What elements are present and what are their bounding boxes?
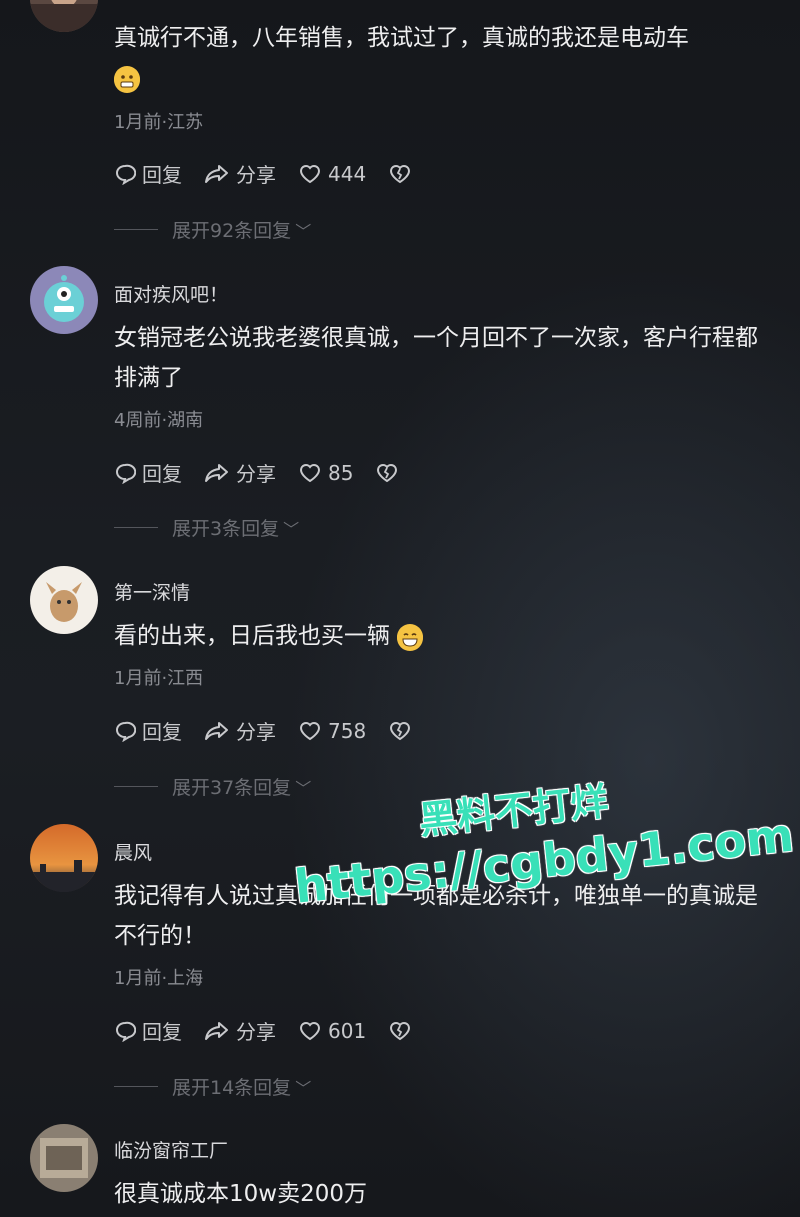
comment-meta: 1月前·江西	[114, 668, 204, 689]
chevron-down-icon: ﹀	[295, 778, 312, 798]
expand-replies-button[interactable]: 展开37条回复 ﹀	[114, 773, 311, 800]
divider-line	[114, 527, 158, 528]
reply-bubble-icon	[116, 1021, 136, 1042]
reply-bubble-icon	[116, 463, 136, 484]
broken-heart-icon	[390, 721, 411, 740]
expand-label: 展开92条回复	[172, 220, 292, 242]
avatar[interactable]	[30, 1124, 98, 1192]
dislike-button[interactable]	[388, 1020, 418, 1042]
reply-bubble-icon	[116, 164, 136, 185]
share-label: 分享	[236, 462, 276, 486]
reply-button[interactable]: 回复	[114, 159, 182, 188]
reply-label: 回复	[142, 1020, 182, 1044]
heart-icon	[299, 164, 321, 183]
share-label: 分享	[236, 720, 276, 744]
like-count: 85	[328, 460, 354, 485]
expand-replies-button[interactable]: 展开14条回复 ﹀	[114, 1073, 311, 1100]
share-button[interactable]: 分享	[204, 159, 276, 188]
reply-label: 回复	[142, 462, 182, 486]
commenter-name[interactable]: 第一深情	[114, 578, 190, 605]
divider-line	[114, 229, 158, 230]
share-label: 分享	[236, 1020, 276, 1044]
reply-button[interactable]: 回复	[114, 716, 182, 745]
avatar[interactable]	[30, 824, 98, 892]
expand-label: 展开3条回复	[172, 518, 280, 540]
comment-actions: 回复 分享 758	[114, 716, 440, 745]
comment-text: 女销冠老公说我老婆很真诚，一个月回不了一次家，客户行程都排满了	[114, 325, 758, 391]
divider-line	[114, 786, 158, 787]
dislike-button[interactable]	[388, 163, 418, 185]
chevron-down-icon: ﹀	[295, 1078, 312, 1098]
grin-emoji-icon	[397, 623, 424, 651]
comment-actions: 回复 分享 601	[114, 1016, 440, 1045]
share-button[interactable]: 分享	[204, 716, 276, 745]
broken-heart-icon	[390, 1021, 411, 1040]
share-arrow-icon	[205, 1021, 228, 1040]
chevron-down-icon: ﹀	[295, 221, 312, 241]
like-button[interactable]: 758	[298, 719, 366, 743]
comment-text: 很真诚成本10w卖200万	[114, 1181, 367, 1207]
like-button[interactable]: 444	[298, 162, 366, 186]
expand-replies-button[interactable]: 展开92条回复 ﹀	[114, 216, 311, 243]
comment-actions: 回复 分享 85	[114, 458, 427, 487]
reply-bubble-icon	[116, 721, 136, 742]
grimace-emoji-icon	[114, 65, 140, 93]
avatar[interactable]	[30, 566, 98, 634]
share-button[interactable]: 分享	[204, 458, 276, 487]
expand-label: 展开14条回复	[172, 1077, 292, 1099]
commenter-name[interactable]: 面对疾风吧！	[114, 280, 228, 307]
chevron-down-icon: ﹀	[283, 519, 300, 539]
dislike-button[interactable]	[375, 462, 405, 484]
like-count: 444	[328, 161, 367, 186]
commenter-name[interactable]: 临汾窗帘工厂	[114, 1136, 228, 1163]
avatar[interactable]	[30, 266, 98, 334]
like-button[interactable]: 601	[298, 1019, 366, 1043]
comment-actions: 回复 分享 444	[114, 159, 440, 188]
comment-meta: 4周前·湖南	[114, 410, 204, 431]
comment-meta: 1月前·江苏	[114, 112, 204, 133]
broken-heart-icon	[390, 164, 411, 183]
share-label: 分享	[236, 163, 276, 187]
share-arrow-icon	[205, 721, 228, 740]
like-count: 601	[328, 1018, 367, 1043]
broken-heart-icon	[377, 463, 398, 482]
reply-button[interactable]: 回复	[114, 1016, 182, 1045]
heart-icon	[299, 463, 321, 482]
like-count: 758	[328, 718, 367, 743]
comment-text: 真诚行不通，八年销售，我试过了，真诚的我还是电动车	[114, 18, 774, 98]
like-button[interactable]: 85	[298, 461, 353, 485]
reply-label: 回复	[142, 720, 182, 744]
heart-icon	[299, 721, 321, 740]
divider-line	[114, 1086, 158, 1087]
comment-meta: 1月前·上海	[114, 968, 204, 989]
dislike-button[interactable]	[388, 720, 418, 742]
commenter-name[interactable]: 晨风	[114, 838, 152, 865]
expand-replies-button[interactable]: 展开3条回复 ﹀	[114, 514, 299, 541]
share-arrow-icon	[205, 463, 228, 482]
reply-label: 回复	[142, 163, 182, 187]
reply-button[interactable]: 回复	[114, 458, 182, 487]
comment-text: 看的出来，日后我也买一辆	[114, 616, 774, 656]
heart-icon	[299, 1021, 321, 1040]
share-arrow-icon	[205, 164, 228, 183]
expand-label: 展开37条回复	[172, 777, 292, 799]
share-button[interactable]: 分享	[204, 1016, 276, 1045]
